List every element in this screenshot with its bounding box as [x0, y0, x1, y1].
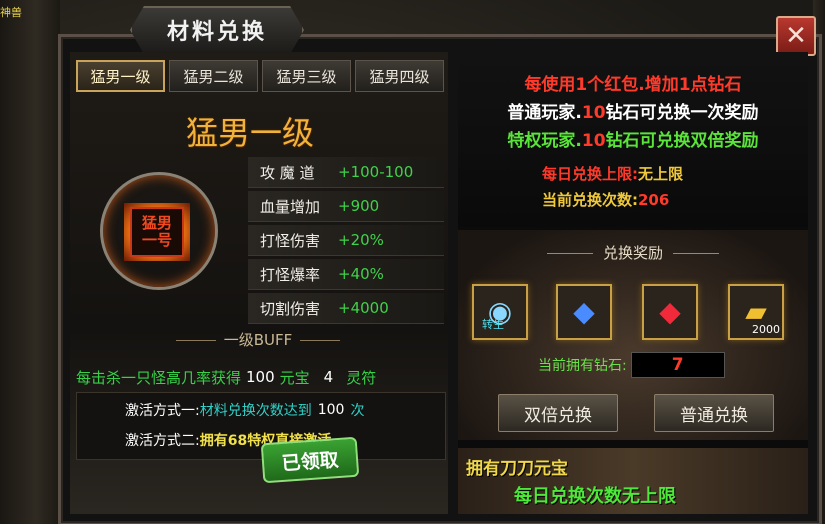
- level-panel: 猛男一级 猛男二级 猛男三级 猛男四级 猛男一级 猛男一号 攻 魔 道 +100-…: [70, 52, 448, 514]
- stat-value: +900: [338, 197, 380, 215]
- rewards-title-text: 兑换奖励: [602, 244, 663, 262]
- stat-value: +100-100: [338, 163, 414, 181]
- diamond-balance: 当前拥有钻石: 7: [538, 352, 725, 378]
- reward-slot[interactable]: ◆: [642, 284, 698, 340]
- claimed-label: 已领取: [280, 448, 340, 475]
- stat-row: 打怪爆率 +40%: [248, 259, 444, 290]
- activation-way-1: 激活方式一: 材料兑换次数达到 100 次: [125, 399, 364, 421]
- activation-number: 100: [317, 402, 345, 418]
- stat-value: +20%: [338, 231, 384, 249]
- info-line-2b: 钻石可兑换一次奖励: [605, 103, 759, 123]
- buff-text-a: 每击杀一只怪高几率获得: [76, 368, 242, 387]
- activation-unit: 次: [350, 403, 365, 419]
- activation-text: 材料兑换次数达到: [199, 403, 312, 419]
- stat-row: 切割伤害 +4000: [248, 293, 444, 324]
- close-icon: ✕: [785, 21, 807, 51]
- daily-limit-value: 无上限: [638, 165, 684, 183]
- exchange-count-value: 206: [638, 191, 670, 209]
- buff-title-text: 一级BUFF: [223, 331, 293, 349]
- exchange-count-label: 当前兑换次数:: [542, 191, 638, 209]
- exchange-count: 当前兑换次数:206: [542, 189, 669, 210]
- stat-value: +4000: [338, 299, 389, 317]
- corner-tag: 神兽: [0, 6, 22, 19]
- game-window: 神兽 材料兑换 ✕ 猛男一级 猛男二级 猛男三级 猛男四级 猛男一级 猛男一号 …: [0, 0, 825, 524]
- stat-row: 打怪伤害 +20%: [248, 225, 444, 256]
- banner-line-2: 每日兑换次数无上限: [514, 486, 676, 507]
- stat-label: 切割伤害: [260, 299, 321, 318]
- reward-slot[interactable]: ▰ 2000: [728, 284, 784, 340]
- buff-text-c: 灵符: [346, 368, 377, 387]
- emblem-text: 猛男一号: [141, 213, 172, 249]
- activation-label: 激活方式一:: [125, 403, 200, 419]
- buff-text-b: 元宝: [279, 368, 310, 387]
- daily-limit-label: 每日兑换上限:: [542, 165, 638, 183]
- title-plate: 材料兑换: [130, 6, 304, 54]
- buff-description: 每击杀一只怪高几率获得 100 元宝 4 灵符: [76, 364, 446, 390]
- info-line-2a: 普通玩家.: [507, 103, 582, 123]
- stat-row: 攻 魔 道 +100-100: [248, 157, 444, 188]
- tab-level-2[interactable]: 猛男二级: [169, 60, 258, 92]
- info-line-2: 普通玩家.10钻石可兑换一次奖励: [458, 98, 808, 123]
- stat-label: 打怪爆率: [260, 265, 321, 284]
- stats-list: 攻 魔 道 +100-100 血量增加 +900 打怪伤害 +20% 打怪爆率 +40%…: [248, 157, 444, 327]
- exchange-panel: 每使用1个红包.增加1点钻石 普通玩家.10钻石可兑换一次奖励 特权玩家.10钻…: [458, 52, 808, 514]
- activation-label: 激活方式二:: [125, 433, 200, 449]
- level-title: 猛男一级: [186, 114, 315, 152]
- info-line-2-number: 10: [581, 103, 606, 123]
- blue-crystal-icon: ◆: [573, 295, 595, 328]
- level-tabs: 猛男一级 猛男二级 猛男三级 猛男四级: [76, 60, 444, 92]
- tab-level-4[interactable]: 猛男四级: [355, 60, 444, 92]
- banner-line-1: 拥有刀刀元宝: [466, 459, 568, 479]
- stat-row: 血量增加 +900: [248, 191, 444, 222]
- buff-amount-2: 4: [323, 368, 334, 386]
- double-exchange-button[interactable]: 双倍兑换: [498, 394, 618, 432]
- gold-ingot-icon: ▰: [745, 295, 767, 328]
- rewards-title: 兑换奖励: [458, 242, 808, 263]
- tab-level-3[interactable]: 猛男三级: [262, 60, 351, 92]
- stat-label: 打怪伤害: [260, 231, 321, 250]
- daily-limit: 每日兑换上限:无上限: [542, 163, 683, 184]
- reward-count: 2000: [752, 323, 780, 336]
- dragon-decoration: [0, 0, 60, 524]
- diamond-balance-value: 7: [630, 352, 725, 378]
- diamond-balance-label: 当前拥有钻石:: [538, 358, 627, 374]
- reward-tag: 转生: [482, 318, 504, 331]
- window-title: 材料兑换: [166, 19, 267, 45]
- buff-amount: 100: [246, 368, 275, 386]
- info-line-1: 每使用1个红包.增加1点钻石: [524, 75, 742, 95]
- stat-label: 攻 魔 道: [260, 163, 315, 182]
- emblem-badge: 猛男一号: [130, 207, 184, 257]
- tab-level-1[interactable]: 猛男一级: [76, 60, 165, 92]
- normal-exchange-button[interactable]: 普通兑换: [654, 394, 774, 432]
- close-button[interactable]: ✕: [776, 16, 816, 56]
- buff-title: 一级BUFF: [158, 329, 358, 350]
- reward-slot[interactable]: ◆: [556, 284, 612, 340]
- info-line-3b: 钻石可兑换双倍奖励: [605, 131, 759, 151]
- claimed-button[interactable]: 已领取: [260, 436, 360, 484]
- reward-slot[interactable]: ◉ 转生: [472, 284, 528, 340]
- emblem-flame: 猛男一号: [124, 203, 190, 261]
- red-crystal-icon: ◆: [659, 295, 681, 328]
- stat-label: 血量增加: [260, 197, 321, 216]
- info-line-3a: 特权玩家.: [507, 131, 582, 151]
- stat-value: +40%: [338, 265, 384, 283]
- info-line-3-number: 10: [581, 131, 606, 151]
- info-line-3: 特权玩家.10钻石可兑换双倍奖励: [458, 126, 808, 151]
